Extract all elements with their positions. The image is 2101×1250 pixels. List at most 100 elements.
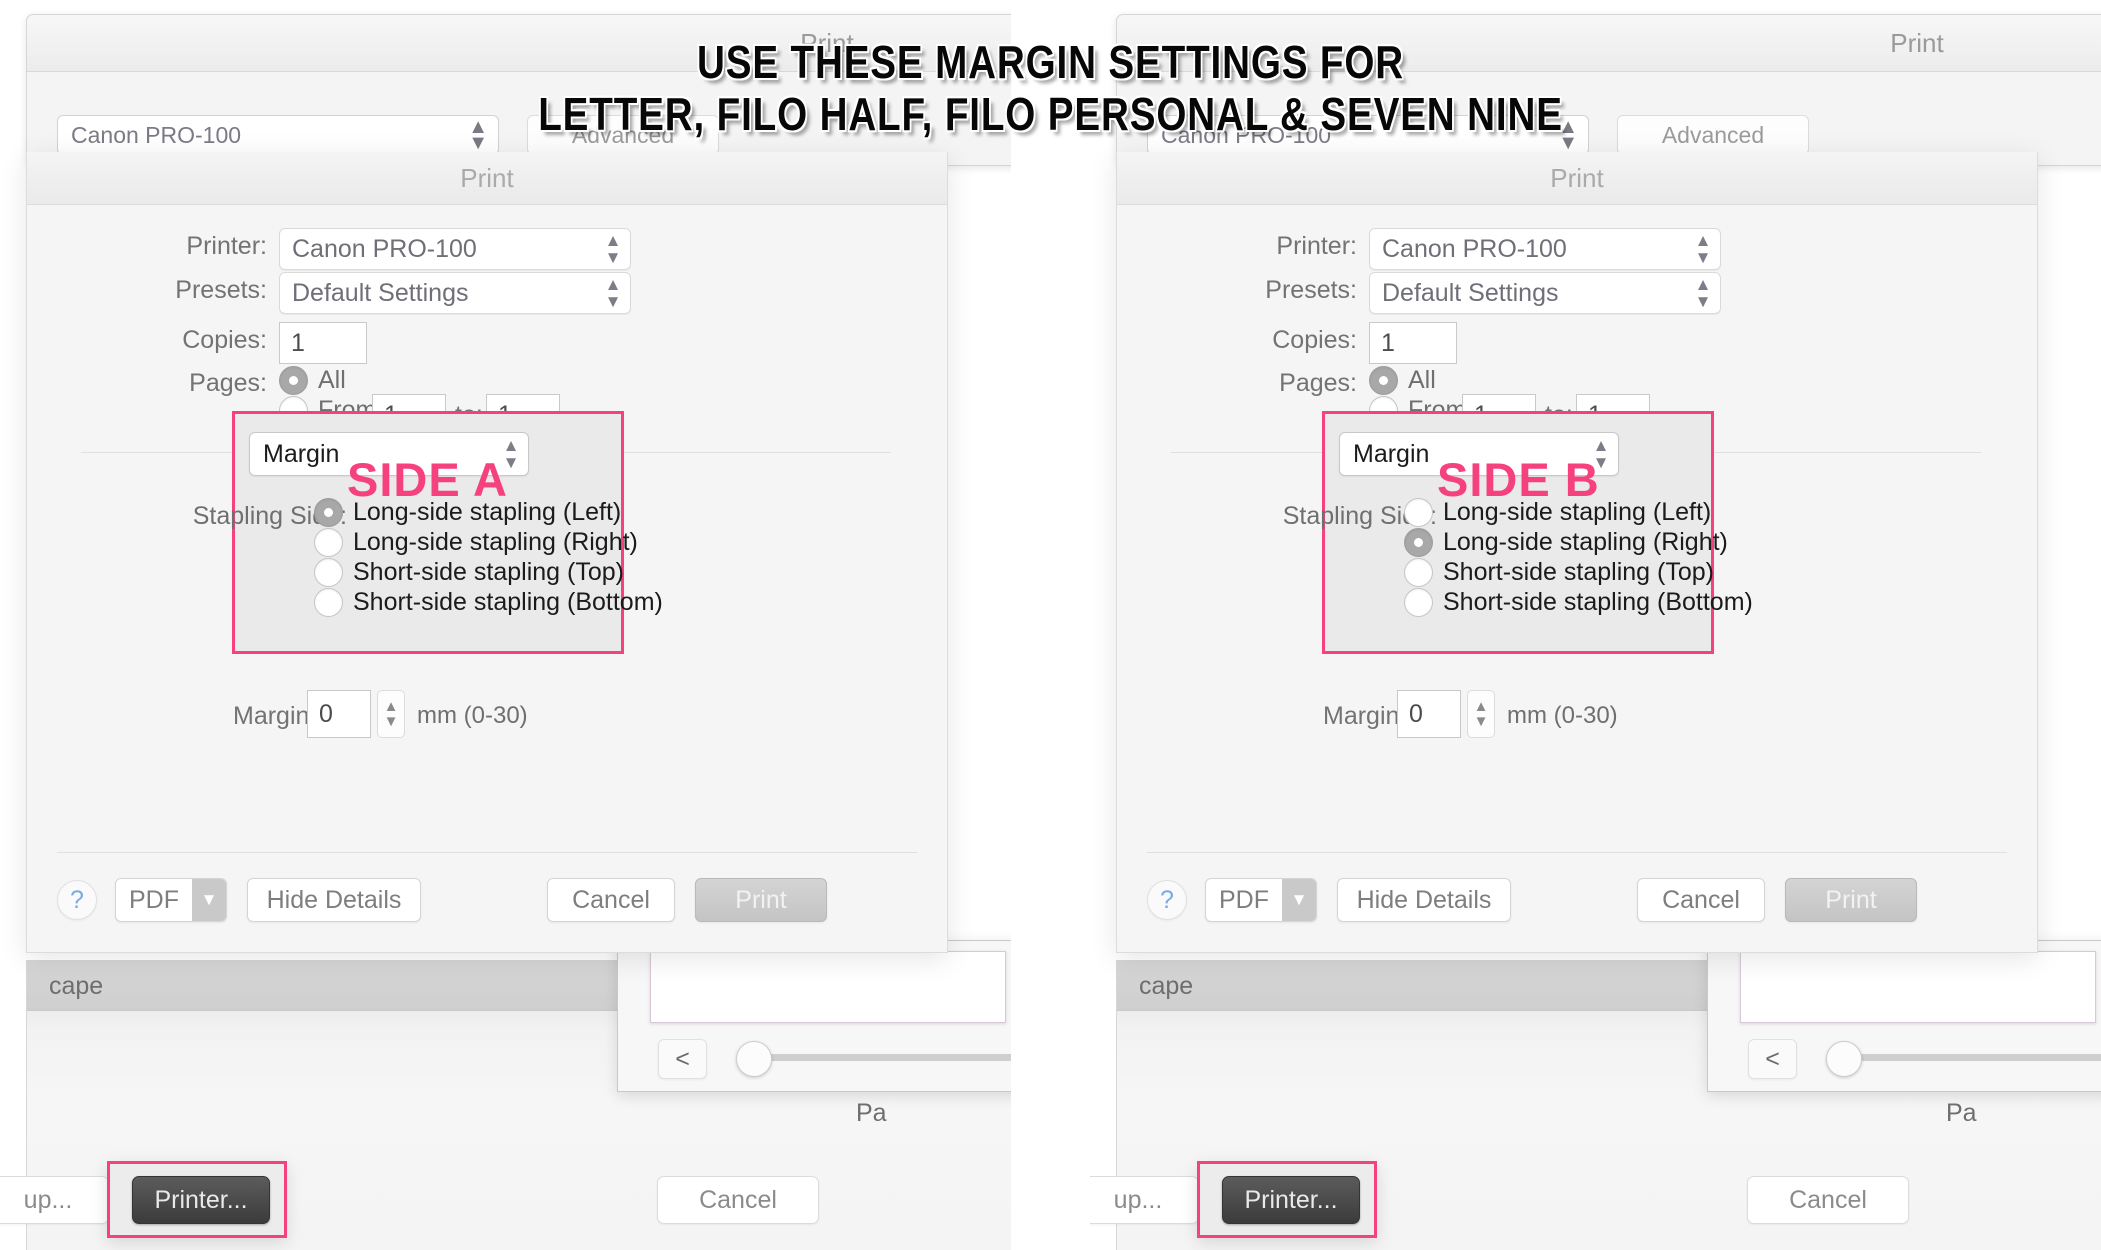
- print-dialog-footer: ? PDF ▼ Hide Details Cancel Print: [1117, 852, 2037, 952]
- printer-select[interactable]: Canon PRO-100 ▲ ▼: [1369, 228, 1721, 270]
- chevron-updown-icon[interactable]: ▲ ▼: [602, 276, 624, 310]
- chevron-down-icon[interactable]: ▼: [1282, 879, 1316, 921]
- stapling-option-label: Short-side stapling (Bottom): [1443, 588, 1753, 616]
- chevron-down-icon[interactable]: ▼: [192, 879, 226, 921]
- background-window-titlebar: Print: [1117, 15, 2101, 72]
- pdf-button[interactable]: PDF ▼: [115, 878, 227, 922]
- radio-icon: [1404, 558, 1433, 587]
- stapling-option-long-right[interactable]: Long-side stapling (Right): [314, 528, 638, 557]
- margin-stepper[interactable]: ▲ ▼: [377, 690, 405, 738]
- copies-label: Copies:: [182, 326, 267, 354]
- chevron-updown-icon: ▲ ▼: [1558, 116, 1578, 154]
- back-arrow-button[interactable]: <: [1748, 1039, 1797, 1079]
- chevron-updown-icon[interactable]: ▲ ▼: [1692, 276, 1714, 310]
- copies-value: 1: [291, 328, 305, 357]
- background-printer-select[interactable]: Canon PRO-100 ▲ ▼: [1147, 115, 1589, 155]
- margin-label: Margin:: [233, 702, 317, 730]
- background-advanced-label: Advanced: [1661, 121, 1765, 148]
- lower-preview-card: < Pa: [1707, 940, 2101, 1127]
- stapling-option-short-bottom[interactable]: Short-side stapling (Bottom): [1404, 588, 1753, 617]
- printer-button[interactable]: Printer...: [1222, 1176, 1360, 1224]
- stapling-option-short-bottom[interactable]: Short-side stapling (Bottom): [314, 588, 663, 617]
- help-button[interactable]: ?: [57, 880, 97, 920]
- pages-all-label: All: [1408, 366, 1436, 394]
- printer-label: Printer:: [1276, 232, 1357, 260]
- lower-page-label: Pa: [1946, 1099, 1977, 1127]
- lower-cancel-button[interactable]: Cancel: [1747, 1176, 1909, 1224]
- radio-icon: [314, 588, 343, 617]
- background-printer-value: Canon PRO-100: [1161, 121, 1332, 148]
- print-dialog-title: Print: [1550, 162, 1604, 193]
- printer-button[interactable]: Printer...: [132, 1176, 270, 1224]
- pdf-label: PDF: [1219, 885, 1269, 914]
- presets-select[interactable]: Default Settings ▲ ▼: [279, 272, 631, 314]
- margin-stepper[interactable]: ▲ ▼: [1467, 690, 1495, 738]
- copies-input[interactable]: 1: [279, 322, 367, 364]
- presets-label: Presets:: [175, 276, 267, 304]
- radio-icon: [314, 528, 343, 557]
- radio-icon: [314, 558, 343, 587]
- chevron-updown-icon[interactable]: ▲ ▼: [1692, 232, 1714, 266]
- page-setup-button[interactable]: up...: [0, 1176, 109, 1224]
- zoom-slider-track[interactable]: [1838, 1054, 2101, 1061]
- panel-side-b: Print Canon PRO-100 ▲▼ Advanced cape <: [1090, 0, 2101, 1250]
- back-arrow-button[interactable]: <: [658, 1039, 707, 1079]
- printer-select[interactable]: Canon PRO-100 ▲ ▼: [279, 228, 631, 270]
- stapling-option-long-right[interactable]: Long-side stapling (Right): [1404, 528, 1728, 557]
- print-button[interactable]: Print: [695, 878, 827, 922]
- radio-icon: [1404, 528, 1433, 557]
- panel-gutter: [1011, 0, 1090, 1250]
- margin-input[interactable]: 0: [1397, 690, 1461, 738]
- stapling-option-short-top[interactable]: Short-side stapling (Top): [314, 558, 624, 587]
- pane-select-value: Margin: [263, 439, 340, 468]
- question-mark-icon: ?: [1160, 885, 1174, 914]
- radio-icon: [314, 498, 343, 527]
- hide-details-button[interactable]: Hide Details: [247, 878, 421, 922]
- print-button[interactable]: Print: [1785, 878, 1917, 922]
- page-setup-button[interactable]: up...: [1090, 1176, 1199, 1224]
- stapling-option-label: Short-side stapling (Bottom): [353, 588, 663, 616]
- help-button[interactable]: ?: [1147, 880, 1187, 920]
- print-dialog: Print Printer: Canon PRO-100 ▲ ▼ Presets:…: [1116, 152, 2038, 953]
- zoom-slider-track[interactable]: [748, 1054, 1011, 1061]
- background-advanced-button[interactable]: Advanced: [1617, 115, 1809, 155]
- chevron-updown-icon[interactable]: ▲ ▼: [602, 232, 624, 266]
- margin-label: Margin:: [1323, 702, 1407, 730]
- background-advanced-label: Advanced: [571, 121, 675, 148]
- back-arrow-icon: <: [675, 1044, 690, 1073]
- question-mark-icon: ?: [70, 885, 84, 914]
- print-dialog-form: Printer: Canon PRO-100 ▲ ▼ Presets: Defau…: [1117, 204, 2037, 952]
- stapling-option-short-top[interactable]: Short-side stapling (Top): [1404, 558, 1714, 587]
- margin-units-label: mm (0-30): [1507, 702, 1618, 729]
- hide-details-button[interactable]: Hide Details: [1337, 878, 1511, 922]
- margin-input[interactable]: 0: [307, 690, 371, 738]
- print-dialog-title: Print: [460, 162, 514, 193]
- cancel-label: Cancel: [1662, 885, 1740, 914]
- presets-label: Presets:: [1265, 276, 1357, 304]
- presets-select[interactable]: Default Settings ▲ ▼: [1369, 272, 1721, 314]
- background-advanced-button[interactable]: Advanced: [527, 115, 719, 155]
- pages-label: Pages:: [189, 369, 267, 397]
- pages-all-radio[interactable]: All: [279, 366, 346, 395]
- zoom-slider-knob[interactable]: [1826, 1041, 1862, 1077]
- margin-value: 0: [1409, 699, 1423, 728]
- background-printer-select[interactable]: Canon PRO-100 ▲ ▼: [57, 115, 499, 155]
- pages-all-radio[interactable]: All: [1369, 366, 1436, 395]
- page-setup-label: up...: [1113, 1185, 1163, 1214]
- printer-button-highlight: Printer...: [1197, 1161, 1377, 1238]
- cancel-button[interactable]: Cancel: [1637, 878, 1765, 922]
- stapling-option-long-left[interactable]: Long-side stapling (Left): [1404, 498, 1711, 527]
- stapling-option-label: Long-side stapling (Right): [353, 528, 638, 556]
- cancel-button[interactable]: Cancel: [547, 878, 675, 922]
- print-label: Print: [1825, 885, 1877, 914]
- copies-input[interactable]: 1: [1369, 322, 1457, 364]
- presets-value: Default Settings: [1382, 278, 1559, 307]
- zoom-slider-knob[interactable]: [736, 1041, 772, 1077]
- hide-details-label: Hide Details: [1356, 885, 1492, 914]
- presets-value: Default Settings: [292, 278, 469, 307]
- pdf-button[interactable]: PDF ▼: [1205, 878, 1317, 922]
- stapling-option-long-left[interactable]: Long-side stapling (Left): [314, 498, 621, 527]
- pages-label: Pages:: [1279, 369, 1357, 397]
- copies-label: Copies:: [1272, 326, 1357, 354]
- lower-cancel-button[interactable]: Cancel: [657, 1176, 819, 1224]
